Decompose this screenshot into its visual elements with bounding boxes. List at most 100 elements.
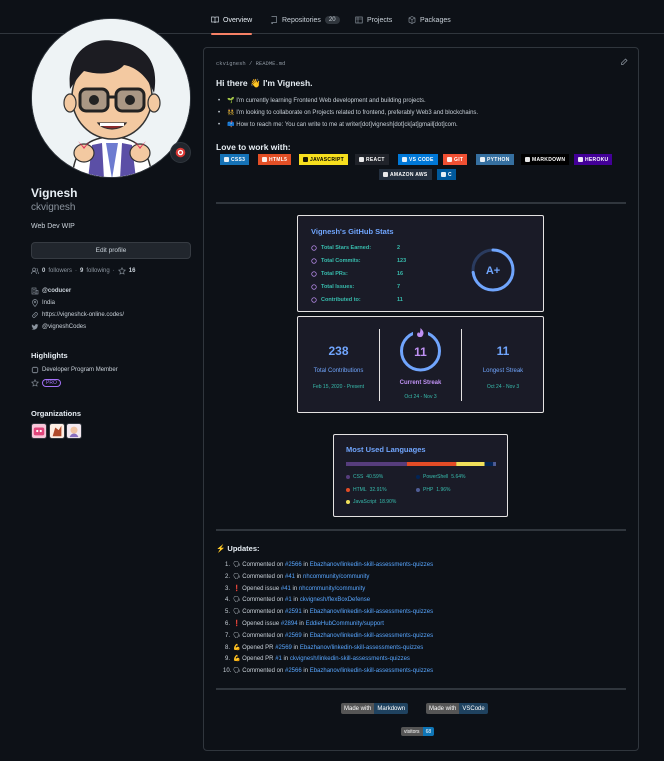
divider: [216, 529, 626, 531]
update-repo-link[interactable]: EddieHubCommunity/support: [306, 621, 384, 627]
language-segment: [456, 462, 485, 466]
update-ref-link[interactable]: #41: [281, 586, 291, 592]
language-percent: 32.91%: [369, 487, 387, 493]
tab-overview[interactable]: Overview: [211, 13, 253, 35]
update-repo-link[interactable]: ckvignesh/flexBoxDefense: [300, 597, 370, 603]
update-ref-link[interactable]: #2566: [285, 562, 302, 568]
website-link[interactable]: https://vigneshck-online.codes/: [42, 312, 124, 318]
language-legend-item: CSS 40.59%: [346, 474, 383, 480]
update-repo-link[interactable]: Ebazhanov/linkedin-skill-assessments-qui…: [310, 633, 433, 639]
update-repo-link[interactable]: nhcommunity/community: [299, 586, 365, 592]
stars-count[interactable]: 16: [129, 268, 136, 274]
badge-logo-icon: [262, 157, 267, 162]
update-item: 2. 🗣 Commented on #41 in nhcommunity/comm…: [223, 573, 369, 580]
badge-logo-icon: [402, 157, 407, 162]
update-repo-link[interactable]: Ebazhanov/linkedin-skill-assessments-qui…: [310, 668, 433, 674]
stat-label: Total Stars Earned:: [321, 245, 372, 251]
badge-logo-icon: [383, 172, 388, 177]
update-action: Commented on: [242, 609, 284, 616]
badge-logo-icon: [578, 157, 583, 162]
update-ref-link[interactable]: #2894: [281, 621, 298, 627]
readme-owner[interactable]: ckvignesh: [216, 60, 246, 67]
update-in: in: [296, 573, 302, 580]
update-ref-link[interactable]: #41: [285, 574, 295, 580]
update-emoji: 🗣: [233, 632, 241, 639]
org-avatar[interactable]: [49, 423, 65, 439]
edit-readme-button[interactable]: [620, 58, 628, 68]
stat-value: 11: [397, 297, 403, 303]
badge-logo-icon: [303, 157, 308, 162]
update-emoji: 🗣: [233, 609, 241, 616]
star-icon: [31, 379, 39, 387]
readme-filename: README.md: [255, 60, 286, 67]
made-with-vscode-badge[interactable]: Made with VSCode: [426, 703, 488, 714]
streak-card[interactable]: 238 Total Contributions Feb 15, 2020 - P…: [297, 316, 544, 413]
pencil-icon: [621, 58, 628, 65]
update-ref-link[interactable]: #2569: [285, 633, 302, 639]
tab-packages[interactable]: Packages: [408, 13, 451, 27]
followers-count[interactable]: 0: [42, 268, 45, 274]
developer-program-label[interactable]: Developer Program Member: [42, 367, 118, 373]
avatar[interactable]: [31, 18, 191, 178]
stat-value: 123: [397, 258, 407, 264]
location-icon: [32, 299, 38, 307]
language-percent: 5.64%: [451, 474, 466, 480]
language-segment: [406, 462, 457, 466]
update-in: in: [303, 632, 309, 639]
badge-label: REACT: [366, 156, 385, 163]
twitter-icon: [31, 324, 39, 330]
profile-bio: Web Dev WIP: [31, 223, 75, 230]
badge-right: 68: [422, 727, 435, 736]
badge-logo-icon: [441, 172, 446, 177]
update-item: 5. 🗣 Commented on #2591 in Ebazhanov/link…: [223, 608, 433, 615]
following-count[interactable]: 9: [80, 268, 83, 274]
tab-repositories[interactable]: Repositories 20: [270, 13, 340, 27]
tech-badge: C: [437, 169, 456, 180]
language-legend-item: PHP 1.96%: [416, 487, 450, 493]
repo-icon: [311, 297, 317, 303]
update-in: in: [303, 609, 309, 616]
github-stats-card[interactable]: Vignesh's GitHub Stats Total Stars Earne…: [297, 215, 544, 312]
update-ref-link[interactable]: #1: [275, 656, 282, 662]
readme-bullet: 📫 How to reach me: You can write to me a…: [218, 121, 458, 128]
update-ref-link[interactable]: #2566: [285, 668, 302, 674]
tech-badge: PYTHON: [476, 154, 514, 165]
update-emoji: ❗: [233, 585, 241, 592]
badge-label: AMAZON AWS: [390, 171, 428, 178]
made-with-markdown-badge[interactable]: Made with Markdown: [341, 703, 409, 714]
update-in: in: [292, 585, 298, 592]
issue-icon: [311, 284, 317, 290]
badge-label: HTML5: [269, 156, 288, 163]
update-ref-link[interactable]: #2591: [285, 609, 302, 615]
org-avatar[interactable]: [31, 423, 47, 439]
update-repo-link[interactable]: Ebazhanov/linkedin-skill-assessments-qui…: [310, 562, 433, 568]
stat-row: Total PRs: 16: [311, 271, 403, 277]
update-repo-link[interactable]: Ebazhanov/linkedin-skill-assessments-qui…: [300, 645, 423, 651]
company-link[interactable]: @coducer: [42, 288, 71, 294]
update-repo-link[interactable]: Ebazhanov/linkedin-skill-assessments-qui…: [310, 609, 433, 615]
status-button[interactable]: [170, 142, 191, 163]
update-in: in: [299, 621, 304, 627]
current-streak-label: Current Streak: [399, 380, 442, 386]
update-ref-link[interactable]: #1: [285, 597, 292, 603]
website-row: https://vigneshck-online.codes/: [31, 311, 124, 319]
profile-username: ckvignesh: [31, 202, 76, 213]
update-ref-link[interactable]: #2569: [275, 645, 292, 651]
update-emoji: 🗣: [233, 573, 241, 580]
following-label[interactable]: following: [86, 268, 109, 274]
tab-projects[interactable]: Projects: [355, 13, 392, 27]
stat-label: Total Commits:: [321, 258, 361, 264]
language-percent: 18.90%: [379, 499, 397, 505]
languages-card[interactable]: Most Used Languages CSS 40.59% HTML 32.91% J…: [333, 434, 508, 517]
followers-label[interactable]: followers: [48, 268, 72, 274]
update-in: in: [303, 562, 309, 568]
update-repo-link[interactable]: nhcommunity/community: [303, 574, 369, 580]
tech-badge: VS CODE: [398, 154, 438, 165]
stats-title: Vignesh's GitHub Stats: [311, 227, 394, 236]
repo-icon: [271, 16, 277, 24]
twitter-link[interactable]: @vigneshCodes: [42, 324, 86, 330]
edit-profile-button[interactable]: Edit profile: [31, 242, 191, 259]
update-item: 8. 💪 Opened PR #2569 in Ebazhanov/linkedi…: [223, 644, 423, 651]
org-avatar[interactable]: [66, 423, 82, 439]
update-repo-link[interactable]: ckvignesh/linkedin-skill-assessments-qui…: [290, 656, 410, 662]
